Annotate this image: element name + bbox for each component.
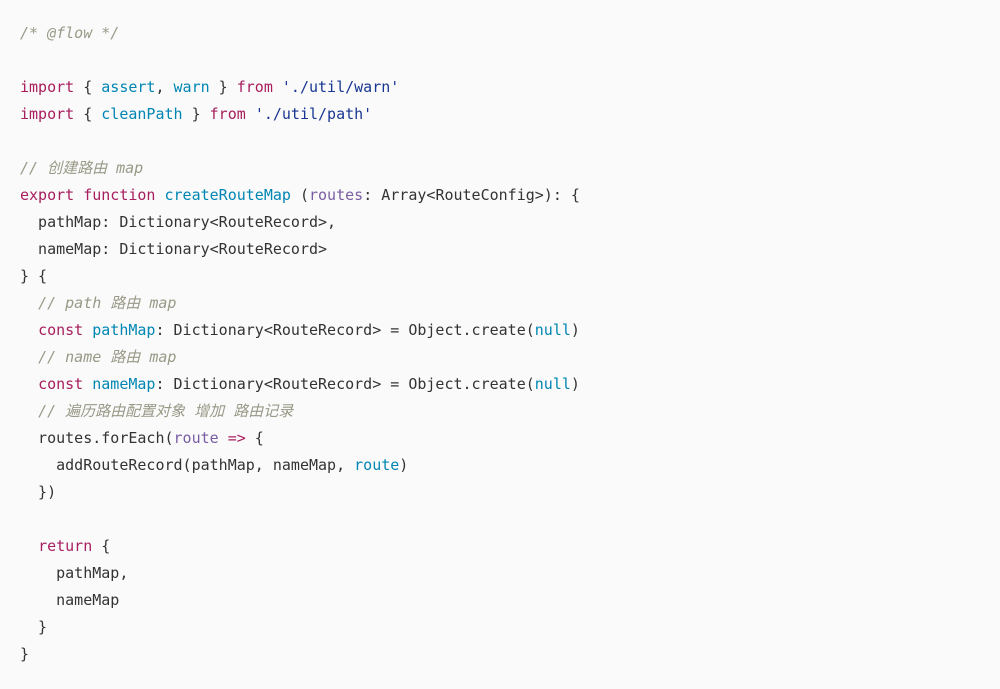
code-token: './util/path' <box>255 105 372 123</box>
code-token: export <box>20 186 74 204</box>
code-token: null <box>535 321 571 339</box>
code-token: cleanPath <box>101 105 182 123</box>
code-token: './util/warn' <box>282 78 399 96</box>
code-token: pathMap <box>92 321 155 339</box>
code-token: import <box>20 78 74 96</box>
code-content: /* @flow */ import { assert, warn } from… <box>20 24 580 663</box>
code-token: createRouteMap <box>165 186 291 204</box>
code-token: const <box>38 375 83 393</box>
code-token: // 遍历路由配置对象 增加 路由记录 <box>38 402 293 420</box>
code-token: => <box>228 429 246 447</box>
code-token: routes <box>309 186 363 204</box>
code-token: route <box>174 429 219 447</box>
code-token: const <box>38 321 83 339</box>
code-token: // path 路由 map <box>38 294 176 312</box>
code-token: from <box>237 78 273 96</box>
code-token: warn <box>174 78 210 96</box>
code-token: assert <box>101 78 155 96</box>
code-token: from <box>210 105 246 123</box>
code-token: return <box>38 537 92 555</box>
code-token: nameMap <box>92 375 155 393</box>
code-token: function <box>83 186 155 204</box>
code-token: /* @flow */ <box>20 24 119 42</box>
code-token: // 创建路由 map <box>20 159 143 177</box>
code-block: /* @flow */ import { assert, warn } from… <box>20 20 980 668</box>
code-token: null <box>535 375 571 393</box>
code-token: // name 路由 map <box>38 348 176 366</box>
code-token: route <box>354 456 399 474</box>
code-token: import <box>20 105 74 123</box>
